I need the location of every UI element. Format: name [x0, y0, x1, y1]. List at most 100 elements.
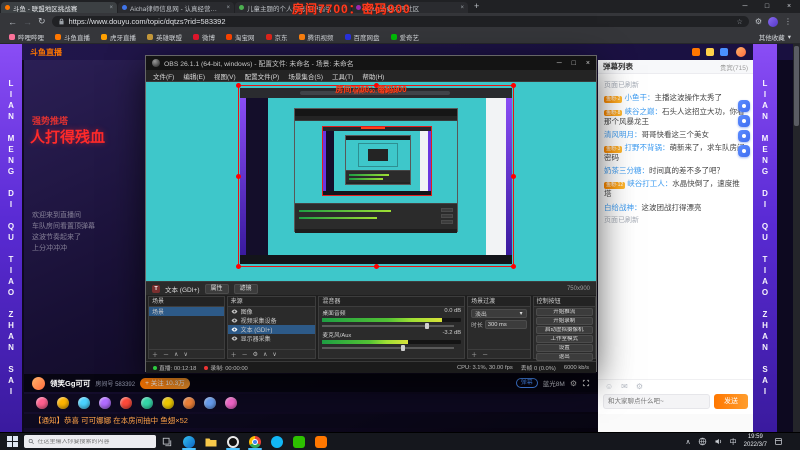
minimize-button[interactable]: ─: [734, 0, 756, 13]
source-item[interactable]: 视频采集设备: [228, 316, 316, 325]
remove-icon[interactable]: －: [163, 350, 169, 359]
menu-edit[interactable]: 编辑(E): [183, 71, 205, 81]
properties-button[interactable]: 属性: [204, 283, 229, 294]
menu-profile[interactable]: 配置文件(P): [245, 71, 280, 81]
chat-username[interactable]: 打野不背锅: [624, 143, 669, 152]
source-item-selected[interactable]: 文本 (GDI+): [227, 325, 316, 334]
bookmark-item[interactable]: 斗鱼直播: [55, 32, 90, 42]
filters-button[interactable]: 滤镜: [233, 283, 258, 294]
taskbar-app-edge[interactable]: [178, 433, 200, 450]
source-item[interactable]: 图像: [228, 307, 316, 316]
controls-dock-title[interactable]: 控制按钮: [533, 297, 595, 307]
chat-username[interactable]: 奶茶三分糖: [604, 166, 649, 175]
header-icon[interactable]: [720, 48, 728, 56]
settings-button[interactable]: 设置: [535, 344, 593, 352]
eye-icon[interactable]: [231, 335, 238, 342]
back-icon[interactable]: ←: [8, 17, 17, 27]
user-avatar[interactable]: [736, 47, 746, 57]
danmu-toggle[interactable]: 弹幕: [515, 378, 538, 388]
menu-help[interactable]: 帮助(H): [362, 71, 384, 81]
eye-icon[interactable]: [231, 326, 238, 333]
bookmark-item[interactable]: 哔哩哔哩: [9, 32, 44, 42]
transition-select[interactable]: 淡出 ▾: [471, 309, 527, 318]
ime-indicator[interactable]: 中: [730, 437, 737, 447]
vip-count[interactable]: 贵宾(715): [720, 62, 748, 72]
chat-username[interactable]: 白给战神: [604, 203, 642, 212]
douyu-logo[interactable]: 斗鱼直播: [30, 47, 62, 58]
taskbar-app-douyu[interactable]: [310, 433, 332, 450]
bookmark-item[interactable]: 虎牙直播: [101, 32, 136, 42]
move-up-icon[interactable]: ∧: [263, 351, 267, 358]
taskbar-app-qq[interactable]: [266, 433, 288, 450]
remove-icon[interactable]: －: [482, 350, 488, 359]
taskbar-app-explorer[interactable]: [200, 433, 222, 450]
volume-slider[interactable]: [322, 345, 455, 351]
move-down-icon[interactable]: ∨: [272, 351, 276, 358]
duration-value[interactable]: 300 ms: [484, 320, 527, 329]
page-scrollbar[interactable]: [793, 44, 800, 432]
browser-menu-icon[interactable]: ⋮: [784, 17, 792, 26]
chat-username[interactable]: 清风明月: [604, 130, 642, 139]
start-streaming-button[interactable]: 开始推流: [535, 308, 593, 316]
source-selection-box[interactable]: [236, 83, 516, 269]
source-properties-icon[interactable]: ⚙: [253, 351, 258, 358]
obs-close-button[interactable]: ×: [586, 60, 590, 67]
gift-shortcut-icon[interactable]: ✉: [621, 382, 628, 391]
header-icon[interactable]: [692, 48, 700, 56]
gift-icon[interactable]: [204, 397, 216, 409]
gift-icon[interactable]: [120, 397, 132, 409]
taskbar-search[interactable]: [24, 435, 156, 448]
forward-icon[interactable]: →: [23, 17, 32, 27]
streamer-avatar[interactable]: [32, 376, 45, 390]
notification-icon[interactable]: [774, 437, 783, 446]
taskbar-app-obs[interactable]: [222, 433, 244, 450]
eye-icon[interactable]: [231, 308, 238, 315]
taskbar-app-wechat[interactable]: [288, 433, 310, 450]
menu-tools[interactable]: 工具(T): [332, 71, 353, 81]
send-button[interactable]: 发送: [714, 393, 748, 409]
sources-dock-title[interactable]: 来源: [227, 297, 316, 307]
maximize-button[interactable]: □: [756, 0, 778, 13]
refresh-icon[interactable]: ↻: [38, 16, 46, 27]
gift-icon[interactable]: [162, 397, 174, 409]
header-icon[interactable]: [706, 48, 714, 56]
start-button[interactable]: [0, 433, 24, 450]
chat-message-list[interactable]: 页面已刷新 鱼粉·2小鱼干主播这波操作太秀了 鱼粉·8峡谷之巅石头人这招立大功，…: [598, 74, 753, 379]
gift-icon[interactable]: [78, 397, 90, 409]
other-bookmarks[interactable]: 其他收藏 ▾: [759, 32, 791, 42]
gift-icon[interactable]: [183, 397, 195, 409]
add-icon[interactable]: ＋: [231, 350, 237, 359]
mixer-dock-title[interactable]: 混音器: [319, 297, 465, 307]
bookmark-item[interactable]: 京东: [265, 32, 288, 42]
gift-icon[interactable]: [99, 397, 111, 409]
browser-avatar[interactable]: [768, 16, 778, 27]
obs-preview[interactable]: 房间7700：密码900 房间7700：密码900: [146, 82, 596, 281]
tab-close-icon[interactable]: ×: [226, 5, 230, 11]
quick-action-icon[interactable]: [738, 100, 750, 112]
search-input[interactable]: [37, 438, 152, 445]
quality-selector[interactable]: 蓝光8M: [543, 378, 565, 388]
menu-view[interactable]: 视图(V): [214, 71, 236, 81]
tray-chevron-icon[interactable]: ∧: [686, 438, 691, 446]
quick-action-icon[interactable]: [738, 115, 750, 127]
emoji-icon[interactable]: ☺: [605, 382, 613, 391]
fullscreen-icon[interactable]: [582, 379, 590, 387]
bookmark-item[interactable]: 微博: [193, 32, 215, 42]
eye-icon[interactable]: [231, 317, 238, 324]
chat-username[interactable]: 峡谷之巅: [624, 107, 662, 116]
gift-icon[interactable]: [225, 397, 237, 409]
scene-item[interactable]: 场景: [149, 307, 224, 316]
tab-close-icon[interactable]: ×: [109, 5, 113, 11]
address-bar[interactable]: https://www.douyu.com/topic/dqtzs?rid=58…: [51, 16, 749, 27]
exit-button[interactable]: 退出: [535, 353, 593, 361]
menu-file[interactable]: 文件(F): [153, 71, 174, 81]
scrollbar-thumb[interactable]: [794, 46, 799, 126]
bookmark-item[interactable]: 爱奇艺: [390, 32, 419, 42]
tab-douyu[interactable]: 斗鱼 - 联盟地区挑战赛 ×: [1, 2, 117, 13]
volume-slider[interactable]: [322, 323, 455, 329]
gift-icon[interactable]: [141, 397, 153, 409]
menu-scene-collection[interactable]: 场景集合(S): [288, 71, 323, 81]
follow-button[interactable]: + 关注 10.3万: [140, 377, 190, 389]
obs-minimize-button[interactable]: ─: [557, 60, 562, 67]
new-tab-button[interactable]: +: [474, 0, 479, 13]
